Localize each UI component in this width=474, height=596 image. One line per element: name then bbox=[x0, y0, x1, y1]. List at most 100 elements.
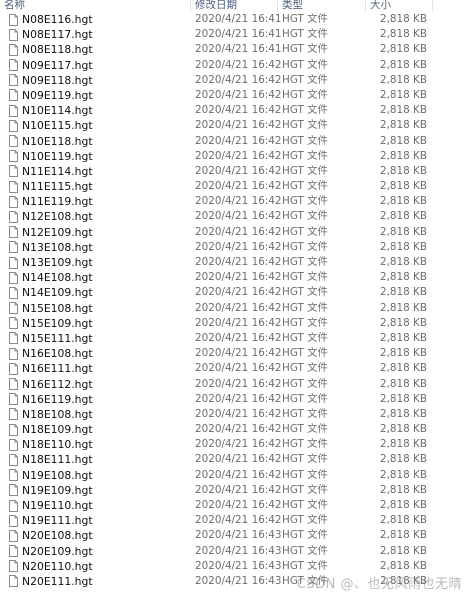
file-size: 2,818 KB bbox=[380, 240, 427, 253]
file-size: 2,818 KB bbox=[380, 104, 427, 117]
file-row[interactable]: N08E116.hgt 2020/4/21 16:41 HGT 文件 2,818 KB bbox=[0, 12, 474, 27]
file-type: HGT 文件 bbox=[282, 134, 328, 147]
file-explorer-list: 名称 修改日期 类型 大小 N08E116.hgt 2020/4/21 16:41… bbox=[0, 0, 474, 596]
file-name: N08E116.hgt bbox=[22, 13, 93, 26]
column-divider[interactable] bbox=[190, 0, 191, 12]
file-modified-date: 2020/4/21 16:42 bbox=[195, 58, 282, 71]
file-icon bbox=[9, 378, 18, 390]
file-row[interactable]: N09E119.hgt 2020/4/21 16:42 HGT 文件 2,818 KB bbox=[0, 88, 474, 103]
file-row[interactable]: N16E119.hgt 2020/4/21 16:42 HGT 文件 2,818 KB bbox=[0, 392, 474, 407]
file-icon bbox=[9, 347, 18, 360]
file-row[interactable]: N10E114.hgt 2020/4/21 16:42 HGT 文件 2,818 KB bbox=[0, 103, 474, 118]
file-modified-date: 2020/4/21 16:41 bbox=[195, 28, 282, 41]
file-size: 2,818 KB bbox=[380, 331, 427, 344]
file-type: HGT 文件 bbox=[282, 225, 328, 238]
file-size: 2,818 KB bbox=[380, 149, 427, 162]
file-modified-date: 2020/4/21 16:42 bbox=[195, 453, 282, 466]
file-size: 2,818 KB bbox=[380, 407, 427, 420]
file-modified-date: 2020/4/21 16:42 bbox=[195, 347, 282, 360]
file-size: 2,818 KB bbox=[380, 301, 427, 314]
file-modified-date: 2020/4/21 16:42 bbox=[195, 286, 282, 299]
file-row[interactable]: N18E108.hgt 2020/4/21 16:42 HGT 文件 2,818 KB bbox=[0, 407, 474, 422]
file-row[interactable]: N15E108.hgt 2020/4/21 16:42 HGT 文件 2,818 KB bbox=[0, 301, 474, 316]
column-divider[interactable] bbox=[365, 0, 366, 12]
file-type: HGT 文件 bbox=[282, 423, 328, 436]
file-type: HGT 文件 bbox=[282, 407, 328, 420]
file-row[interactable]: N11E119.hgt 2020/4/21 16:42 HGT 文件 2,818 KB bbox=[0, 194, 474, 209]
file-row[interactable]: N11E115.hgt 2020/4/21 16:42 HGT 文件 2,818 KB bbox=[0, 179, 474, 194]
file-type: HGT 文件 bbox=[282, 164, 328, 177]
file-row[interactable]: N10E118.hgt 2020/4/21 16:42 HGT 文件 2,818 KB bbox=[0, 134, 474, 149]
file-row[interactable]: N18E111.hgt 2020/4/21 16:42 HGT 文件 2,818 KB bbox=[0, 452, 474, 467]
file-icon bbox=[9, 135, 18, 147]
file-icon bbox=[9, 119, 18, 132]
file-row[interactable]: N16E111.hgt 2020/4/21 16:42 HGT 文件 2,818 KB bbox=[0, 361, 474, 376]
file-row[interactable]: N14E109.hgt 2020/4/21 16:42 HGT 文件 2,818 KB bbox=[0, 285, 474, 300]
file-row[interactable]: N20E108.hgt 2020/4/21 16:43 HGT 文件 2,818 KB bbox=[0, 528, 474, 543]
file-type: HGT 文件 bbox=[282, 43, 328, 56]
file-size: 2,818 KB bbox=[380, 256, 427, 268]
file-size: 2,818 KB bbox=[380, 164, 427, 177]
file-size: 2,818 KB bbox=[380, 195, 427, 208]
file-size: 2,818 KB bbox=[380, 499, 427, 511]
file-type: HGT 文件 bbox=[282, 73, 328, 86]
file-row[interactable]: N08E117.hgt 2020/4/21 16:41 HGT 文件 2,818 KB bbox=[0, 27, 474, 42]
file-name: N20E109.hgt bbox=[22, 544, 93, 558]
file-row[interactable]: N13E108.hgt 2020/4/21 16:42 HGT 文件 2,818 KB bbox=[0, 240, 474, 255]
column-header-name[interactable]: 名称 bbox=[4, 0, 25, 12]
file-type: HGT 文件 bbox=[282, 119, 328, 132]
file-name: N18E108.hgt bbox=[22, 407, 93, 421]
file-type: HGT 文件 bbox=[282, 286, 328, 299]
file-row[interactable]: N09E117.hgt 2020/4/21 16:42 HGT 文件 2,818 KB bbox=[0, 58, 474, 73]
column-header-modified[interactable]: 修改日期 bbox=[195, 0, 237, 12]
file-row[interactable]: N09E118.hgt 2020/4/21 16:42 HGT 文件 2,818 KB bbox=[0, 73, 474, 88]
file-row[interactable]: N13E109.hgt 2020/4/21 16:42 HGT 文件 2,818 KB bbox=[0, 255, 474, 270]
file-modified-date: 2020/4/21 16:42 bbox=[195, 316, 282, 329]
file-name: N18E111.hgt bbox=[22, 453, 93, 467]
file-row[interactable]: N11E114.hgt 2020/4/21 16:42 HGT 文件 2,818 KB bbox=[0, 164, 474, 179]
column-divider[interactable] bbox=[432, 0, 433, 12]
file-type: HGT 文件 bbox=[282, 195, 328, 208]
file-modified-date: 2020/4/21 16:43 bbox=[195, 529, 282, 542]
file-row[interactable]: N10E115.hgt 2020/4/21 16:42 HGT 文件 2,818 KB bbox=[0, 118, 474, 133]
file-size: 2,818 KB bbox=[380, 271, 427, 284]
file-name: N19E111.hgt bbox=[22, 514, 93, 528]
file-name: N16E119.hgt bbox=[22, 392, 93, 406]
file-type: HGT 文件 bbox=[282, 88, 328, 101]
file-row[interactable]: N19E108.hgt 2020/4/21 16:42 HGT 文件 2,818 KB bbox=[0, 468, 474, 483]
file-row[interactable]: N16E108.hgt 2020/4/21 16:42 HGT 文件 2,818 KB bbox=[0, 346, 474, 361]
file-type: HGT 文件 bbox=[282, 559, 328, 572]
file-name: N15E108.hgt bbox=[22, 301, 93, 315]
file-row[interactable]: N15E111.hgt 2020/4/21 16:42 HGT 文件 2,818 KB bbox=[0, 331, 474, 346]
file-size: 2,818 KB bbox=[380, 286, 427, 299]
file-row[interactable]: N12E108.hgt 2020/4/21 16:42 HGT 文件 2,818 KB bbox=[0, 209, 474, 224]
column-divider[interactable] bbox=[277, 0, 278, 12]
column-header-size[interactable]: 大小 bbox=[370, 0, 391, 12]
file-icon bbox=[9, 469, 18, 482]
file-size: 2,818 KB bbox=[380, 468, 427, 481]
file-name: N16E111.hgt bbox=[22, 362, 93, 376]
file-icon bbox=[9, 241, 18, 254]
file-row[interactable]: N19E109.hgt 2020/4/21 16:42 HGT 文件 2,818 KB bbox=[0, 483, 474, 498]
file-icon bbox=[9, 104, 18, 117]
file-modified-date: 2020/4/21 16:42 bbox=[195, 119, 282, 132]
column-header-type[interactable]: 类型 bbox=[282, 0, 303, 12]
file-row[interactable]: N20E109.hgt 2020/4/21 16:43 HGT 文件 2,818 KB bbox=[0, 544, 474, 559]
file-type: HGT 文件 bbox=[282, 331, 328, 344]
file-row[interactable]: N14E108.hgt 2020/4/21 16:42 HGT 文件 2,818 KB bbox=[0, 270, 474, 285]
file-row[interactable]: N08E118.hgt 2020/4/21 16:41 HGT 文件 2,818 KB bbox=[0, 42, 474, 57]
file-row[interactable]: N19E111.hgt 2020/4/21 16:42 HGT 文件 2,818 KB bbox=[0, 513, 474, 528]
file-row[interactable]: N18E109.hgt 2020/4/21 16:42 HGT 文件 2,818 KB bbox=[0, 422, 474, 437]
file-icon bbox=[9, 545, 18, 558]
file-row[interactable]: N16E112.hgt 2020/4/21 16:42 HGT 文件 2,818 KB bbox=[0, 377, 474, 392]
file-row[interactable]: N18E110.hgt 2020/4/21 16:42 HGT 文件 2,818 KB bbox=[0, 437, 474, 452]
file-row[interactable]: N10E119.hgt 2020/4/21 16:42 HGT 文件 2,818 KB bbox=[0, 149, 474, 164]
file-row[interactable]: N19E110.hgt 2020/4/21 16:42 HGT 文件 2,818 KB bbox=[0, 498, 474, 513]
file-row[interactable]: N20E110.hgt 2020/4/21 16:43 HGT 文件 2,818 KB bbox=[0, 559, 474, 574]
file-size: 2,818 KB bbox=[380, 423, 427, 436]
file-row[interactable]: N12E109.hgt 2020/4/21 16:42 HGT 文件 2,818 KB bbox=[0, 225, 474, 240]
file-type: HGT 文件 bbox=[282, 180, 328, 193]
file-icon bbox=[9, 195, 18, 208]
file-row[interactable]: N15E109.hgt 2020/4/21 16:42 HGT 文件 2,818 KB bbox=[0, 316, 474, 331]
file-list: N08E116.hgt 2020/4/21 16:41 HGT 文件 2,818 KB… bbox=[0, 12, 474, 589]
